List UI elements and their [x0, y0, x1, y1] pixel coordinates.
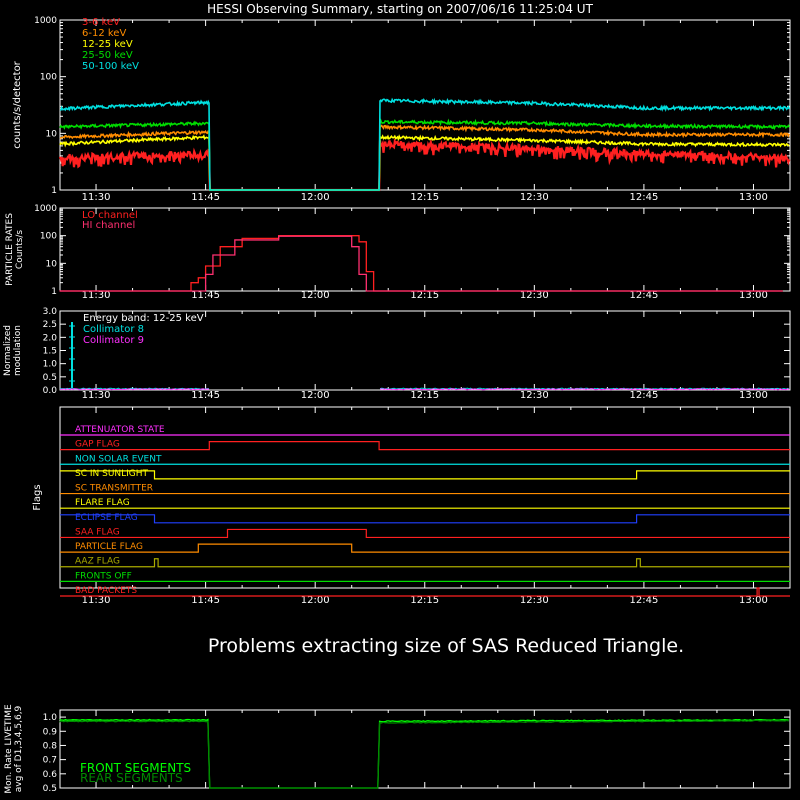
flag-label: NON SOLAR EVENT [75, 454, 162, 464]
panel-frame-1 [59, 207, 791, 292]
legend-entry: HI channel [82, 220, 135, 231]
legend-entry: REAR SEGMENTS [80, 771, 183, 785]
x-tick-label: 12:00 [301, 192, 330, 203]
x-tick-label: 12:00 [301, 390, 330, 401]
legend-entry: Collimator 8 [83, 324, 144, 335]
x-tick-label: 12:30 [520, 390, 549, 401]
error-message: Problems extracting size of SAS Reduced … [208, 635, 684, 657]
y-tick-label: 0.8 [43, 741, 58, 751]
flag-line [60, 528, 790, 539]
x-tick-label: 13:00 [739, 390, 768, 401]
panel-frame-3 [59, 406, 791, 589]
x-tick-label: 11:45 [191, 192, 220, 203]
y-axis-label: counts/s/detector [12, 60, 23, 148]
flag-line [60, 470, 790, 480]
y-tick-label: 1.0 [43, 713, 58, 723]
y-tick-label: 100 [40, 73, 57, 83]
y-tick-label: 1 [51, 287, 57, 297]
y-axis-label: Flags [32, 484, 43, 510]
y-tick-label: 1.0 [43, 360, 58, 370]
y-tick-label: 3.0 [43, 307, 58, 317]
flag-label: ATTENUATOR STATE [75, 425, 165, 435]
flag-label: BAD PACKETS [75, 586, 137, 596]
flag-line [60, 514, 790, 524]
particle-rate-series-line [59, 235, 783, 292]
flag-label: PARTICLE FLAG [75, 542, 143, 552]
x-tick-label: 12:30 [520, 595, 549, 606]
flag-line [60, 441, 790, 451]
x-tick-label: 12:45 [629, 595, 658, 606]
flag-label: GAP FLAG [75, 440, 120, 450]
flag-label: FRONTS OFF [75, 571, 132, 581]
flag-line [60, 543, 790, 553]
y-axis-label-2: modulation [13, 325, 23, 376]
x-tick-label: 12:15 [410, 390, 439, 401]
y-tick-label: 100 [40, 232, 57, 242]
legend-entry: 12-25 keV [82, 39, 133, 50]
x-tick-label: 12:15 [410, 595, 439, 606]
y-axis-label: Mon. Rate LIVETIME [4, 704, 14, 794]
flag-label: SAA FLAG [75, 527, 120, 537]
x-tick-label: 13:00 [739, 595, 768, 606]
plot-title: HESSI Observing Summary, starting on 200… [207, 2, 593, 16]
y-tick-label: 2.5 [43, 320, 57, 330]
hessi-summary-plot: HESSI Observing Summary, starting on 200… [3, 2, 791, 794]
y-tick-label: 0.7 [43, 756, 57, 766]
y-tick-label: 0.5 [43, 784, 57, 794]
y-tick-label: 0.9 [43, 727, 58, 737]
flag-label: ECLIPSE FLAG [75, 513, 138, 523]
y-tick-label: 0.5 [43, 373, 57, 383]
y-axis-label-units: Counts/s [15, 230, 25, 269]
count-rate-series-line [58, 137, 791, 192]
legend-entry: 6-12 keV [82, 28, 126, 39]
y-tick-label: 2.0 [43, 333, 58, 343]
y-tick-label: 1.5 [43, 347, 57, 357]
y-tick-label: 10 [46, 259, 58, 269]
legend-entry: 3-6 keV [82, 17, 120, 28]
y-axis-label-2: avg of D1,3,4,5,6,9 [14, 705, 24, 792]
x-tick-label: 12:30 [520, 192, 549, 203]
x-tick-label: 11:30 [82, 192, 111, 203]
flag-label: FLARE FLAG [75, 498, 130, 508]
x-tick-label: 12:00 [301, 290, 330, 301]
y-tick-label: 1 [51, 186, 57, 196]
y-axis-label: PARTICLE RATES [5, 213, 15, 286]
y-tick-label: 0.6 [43, 770, 58, 780]
x-tick-label: 11:45 [191, 595, 220, 606]
panel-frame-0 [59, 19, 791, 191]
x-tick-label: 12:15 [410, 192, 439, 203]
x-tick-label: 11:45 [191, 390, 220, 401]
legend-entry: Collimator 9 [83, 335, 144, 346]
x-tick-label: 13:00 [739, 192, 768, 203]
legend-entry: 50-100 keV [82, 61, 139, 72]
modulation-annotation: Energy band: 12-25 keV [83, 313, 204, 324]
flag-line [60, 558, 790, 568]
y-tick-label: 1000 [34, 204, 57, 214]
x-tick-label: 12:45 [629, 192, 658, 203]
legend-entry: 25-50 keV [82, 50, 133, 61]
flag-label: SC IN SUNLIGHT [75, 469, 149, 479]
particle-rate-series-line [59, 235, 783, 292]
flag-label: SC TRANSMITTER [75, 484, 153, 494]
x-tick-label: 11:30 [82, 390, 111, 401]
x-tick-label: 12:45 [629, 390, 658, 401]
y-tick-label: 0.0 [43, 386, 58, 396]
y-axis-label: Normalized [3, 325, 13, 376]
flag-label: AAZ FLAG [75, 557, 120, 567]
x-tick-label: 11:30 [82, 595, 111, 606]
y-tick-label: 1000 [34, 16, 57, 26]
y-tick-label: 10 [46, 129, 58, 139]
x-tick-label: 12:00 [301, 595, 330, 606]
